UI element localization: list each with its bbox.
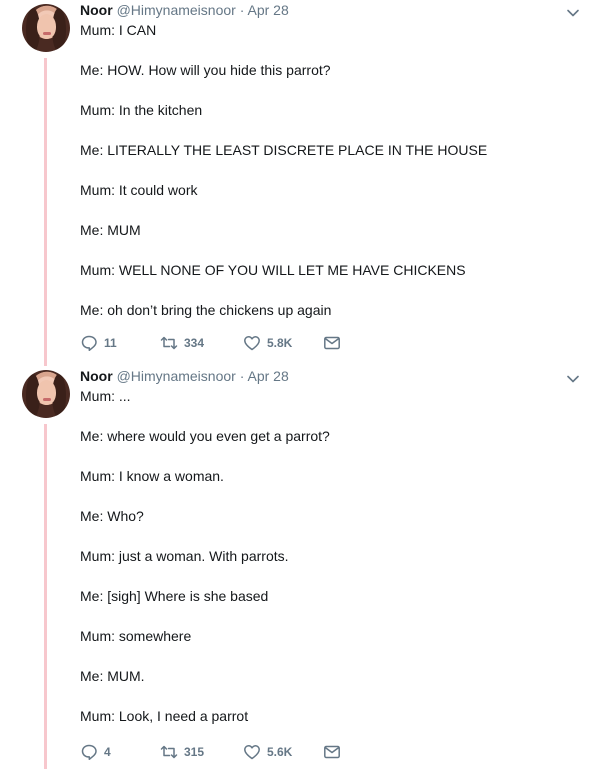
separator-dot: ·: [239, 2, 245, 18]
tweet[interactable]: Noor @Himynameisnoor · Apr 28 Mum: I CAN…: [0, 0, 600, 366]
retweet-count: 315: [184, 745, 205, 759]
avatar[interactable]: [22, 370, 70, 418]
thread-line: [44, 424, 47, 769]
avatar-face: [37, 380, 56, 405]
tweet-line: Me: LITERALLY THE LEAST DISCRETE PLACE I…: [80, 142, 488, 158]
reply-count: 4: [104, 745, 111, 759]
avatar[interactable]: [22, 4, 70, 52]
tweet-actions: 11 334 5.8K: [80, 334, 360, 352]
retweet-icon: [160, 336, 178, 350]
retweet-button[interactable]: 315: [160, 743, 204, 761]
direct-message-button[interactable]: [323, 334, 341, 352]
reply-icon: [81, 335, 97, 352]
avatar-face: [37, 14, 56, 39]
avatar-lips: [43, 32, 51, 35]
tweet-date[interactable]: Apr 28: [248, 368, 289, 384]
tweet-line: Mum: somewhere: [80, 628, 192, 644]
tweet-line: Mum: In the kitchen: [80, 102, 203, 118]
tweet-text: Mum: ... Me: where would you even get a …: [80, 388, 580, 748]
author-name[interactable]: Noor: [80, 2, 113, 18]
tweet-line: Me: HOW. How will you hide this parrot?: [80, 62, 331, 78]
heart-icon: [244, 336, 260, 351]
tweet-line: Me: MUM: [80, 222, 141, 238]
tweet-line: Mum: I CAN: [80, 22, 157, 38]
tweet-header: Noor @Himynameisnoor · Apr 28: [80, 1, 289, 19]
like-button[interactable]: 5.6K: [243, 743, 292, 761]
envelope-icon: [324, 745, 340, 759]
heart-icon: [244, 745, 260, 760]
tweet[interactable]: Noor @Himynameisnoor · Apr 28 Mum: ... M…: [0, 366, 600, 769]
chevron-down-icon[interactable]: [566, 372, 580, 386]
like-count: 5.6K: [267, 745, 293, 759]
tweet-line: Mum: ...: [80, 388, 131, 404]
reply-icon: [81, 744, 97, 761]
avatar-lips: [43, 398, 51, 401]
tweet-line: Me: MUM.: [80, 668, 145, 684]
tweet-line: Me: [sigh] Where is she based: [80, 588, 269, 604]
envelope-icon: [324, 336, 340, 350]
tweet-line: Me: Who?: [80, 508, 144, 524]
direct-message-button[interactable]: [323, 743, 341, 761]
tweet-header: Noor @Himynameisnoor · Apr 28: [80, 367, 289, 385]
tweet-line: Mum: I know a woman.: [80, 468, 224, 484]
tweet-line: Mum: WELL NONE OF YOU WILL LET ME HAVE C…: [80, 262, 466, 278]
tweet-date[interactable]: Apr 28: [248, 2, 289, 18]
chevron-down-icon[interactable]: [566, 6, 580, 20]
reply-button[interactable]: 11: [80, 334, 117, 352]
tweet-line: Mum: Look, I need a parrot: [80, 708, 249, 724]
like-count: 5.8K: [267, 336, 293, 350]
author-handle[interactable]: @Himynameisnoor: [117, 2, 236, 18]
retweet-count: 334: [184, 336, 205, 350]
tweet-line: Mum: just a woman. With parrots.: [80, 548, 289, 564]
reply-button[interactable]: 4: [80, 743, 111, 761]
reply-count: 11: [104, 336, 117, 350]
tweet-text: Mum: I CAN Me: HOW. How will you hide th…: [80, 22, 580, 342]
author-handle[interactable]: @Himynameisnoor: [117, 368, 236, 384]
retweet-button[interactable]: 334: [160, 334, 204, 352]
thread-line: [44, 58, 47, 366]
author-name[interactable]: Noor: [80, 368, 113, 384]
tweet-line: Me: oh don’t bring the chickens up again: [80, 302, 332, 318]
like-button[interactable]: 5.8K: [243, 334, 292, 352]
separator-dot: ·: [239, 368, 245, 384]
tweet-line: Mum: It could work: [80, 182, 198, 198]
tweet-line: Me: where would you even get a parrot?: [80, 428, 330, 444]
retweet-icon: [160, 745, 178, 759]
tweet-actions: 4 315 5.6K: [80, 743, 360, 761]
